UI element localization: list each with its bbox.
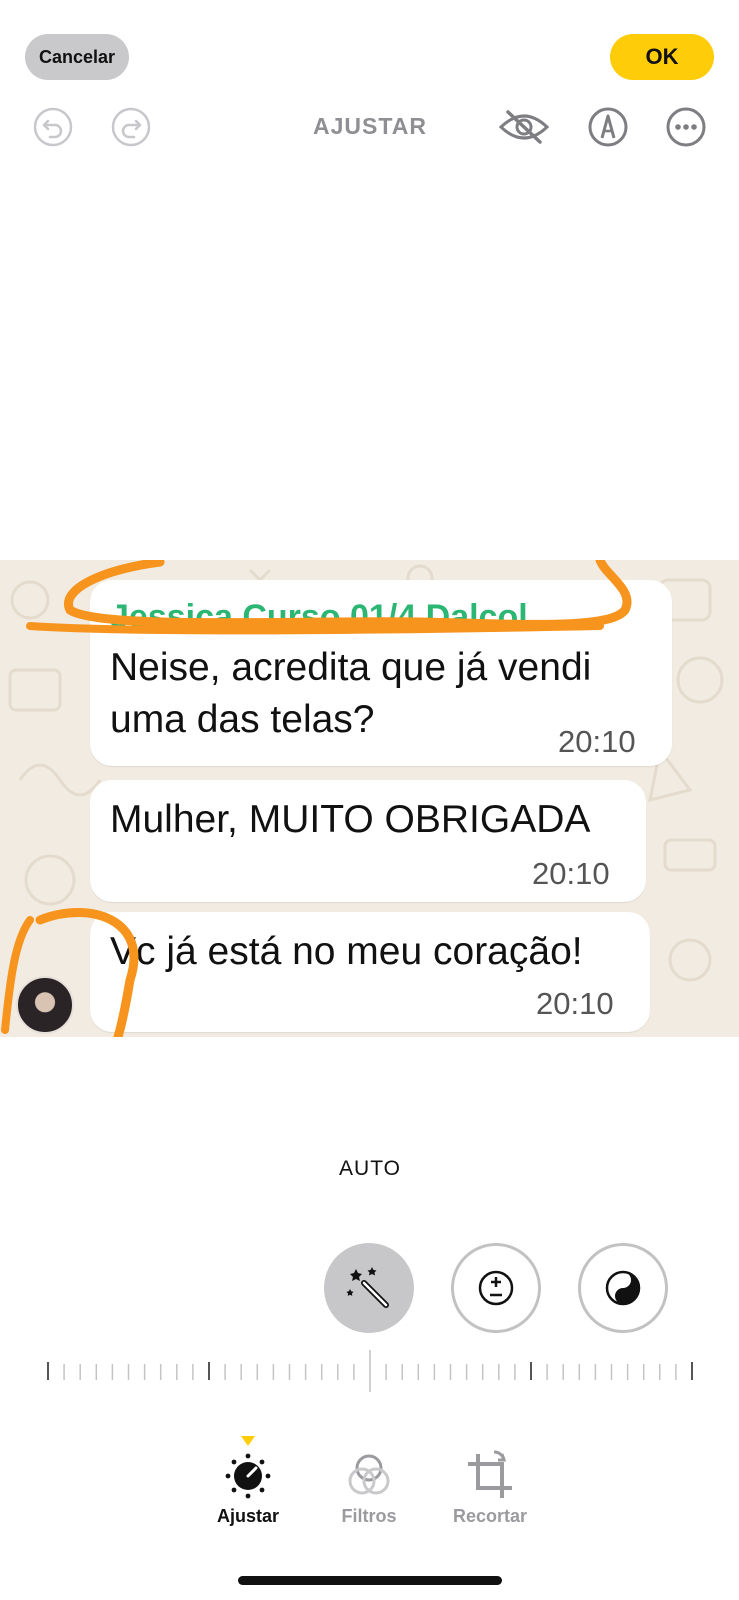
page-title: AJUSTAR: [313, 113, 427, 139]
tab-ajustar[interactable]: Ajustar: [193, 1450, 303, 1527]
adjust-slider[interactable]: [40, 1350, 700, 1410]
avatar: [16, 976, 74, 1034]
cancel-button[interactable]: Cancelar: [25, 34, 129, 80]
tab-filtros[interactable]: Filtros: [314, 1450, 424, 1527]
active-tab-marker: [241, 1436, 255, 1446]
photo-preview[interactable]: Jessica Curso 01/4 Dalcol Neise, acredit…: [0, 560, 739, 1037]
undo-icon[interactable]: [33, 107, 73, 147]
message-line: Vc já está no meu coração!: [110, 930, 583, 973]
current-tool-label: AUTO: [339, 1157, 401, 1180]
message-time: 20:10: [532, 856, 610, 891]
message-time: 20:10: [558, 724, 636, 759]
filters-icon: [348, 1454, 390, 1495]
message-line: uma das telas?: [110, 698, 375, 741]
redo-icon[interactable]: [111, 107, 151, 147]
message-sender: Jessica Curso 01/4 Dalcol: [110, 598, 528, 636]
message-time: 20:10: [536, 986, 614, 1021]
crop-icon: [468, 1450, 512, 1498]
hide-icon[interactable]: [498, 107, 550, 147]
exposure-button[interactable]: [451, 1243, 541, 1333]
message-line: Neise, acredita que já vendi: [110, 646, 592, 689]
message-line: Mulher, MUITO OBRIGADA: [110, 798, 591, 841]
markup-icon[interactable]: [588, 107, 628, 147]
tab-recortar[interactable]: Recortar: [435, 1450, 545, 1527]
magic-wand-icon: [346, 1267, 389, 1308]
message-bubble: Vc já está no meu coração! 20:10: [90, 912, 650, 1032]
tab-label: Ajustar: [216, 1506, 279, 1526]
brilliance-icon: [605, 1270, 641, 1306]
exposure-icon: [478, 1270, 514, 1306]
message-bubble: Mulher, MUITO OBRIGADA 20:10: [90, 780, 646, 902]
adjust-dial-icon: [225, 1453, 271, 1499]
brilliance-button[interactable]: [578, 1243, 668, 1333]
home-indicator: [238, 1576, 502, 1585]
tab-label: Filtros: [341, 1506, 397, 1526]
message-bubble: Jessica Curso 01/4 Dalcol Neise, acredit…: [90, 580, 672, 766]
more-icon[interactable]: [666, 107, 706, 147]
auto-enhance-button[interactable]: [324, 1243, 414, 1333]
tab-label: Recortar: [452, 1506, 528, 1526]
ok-button[interactable]: OK: [610, 34, 714, 80]
